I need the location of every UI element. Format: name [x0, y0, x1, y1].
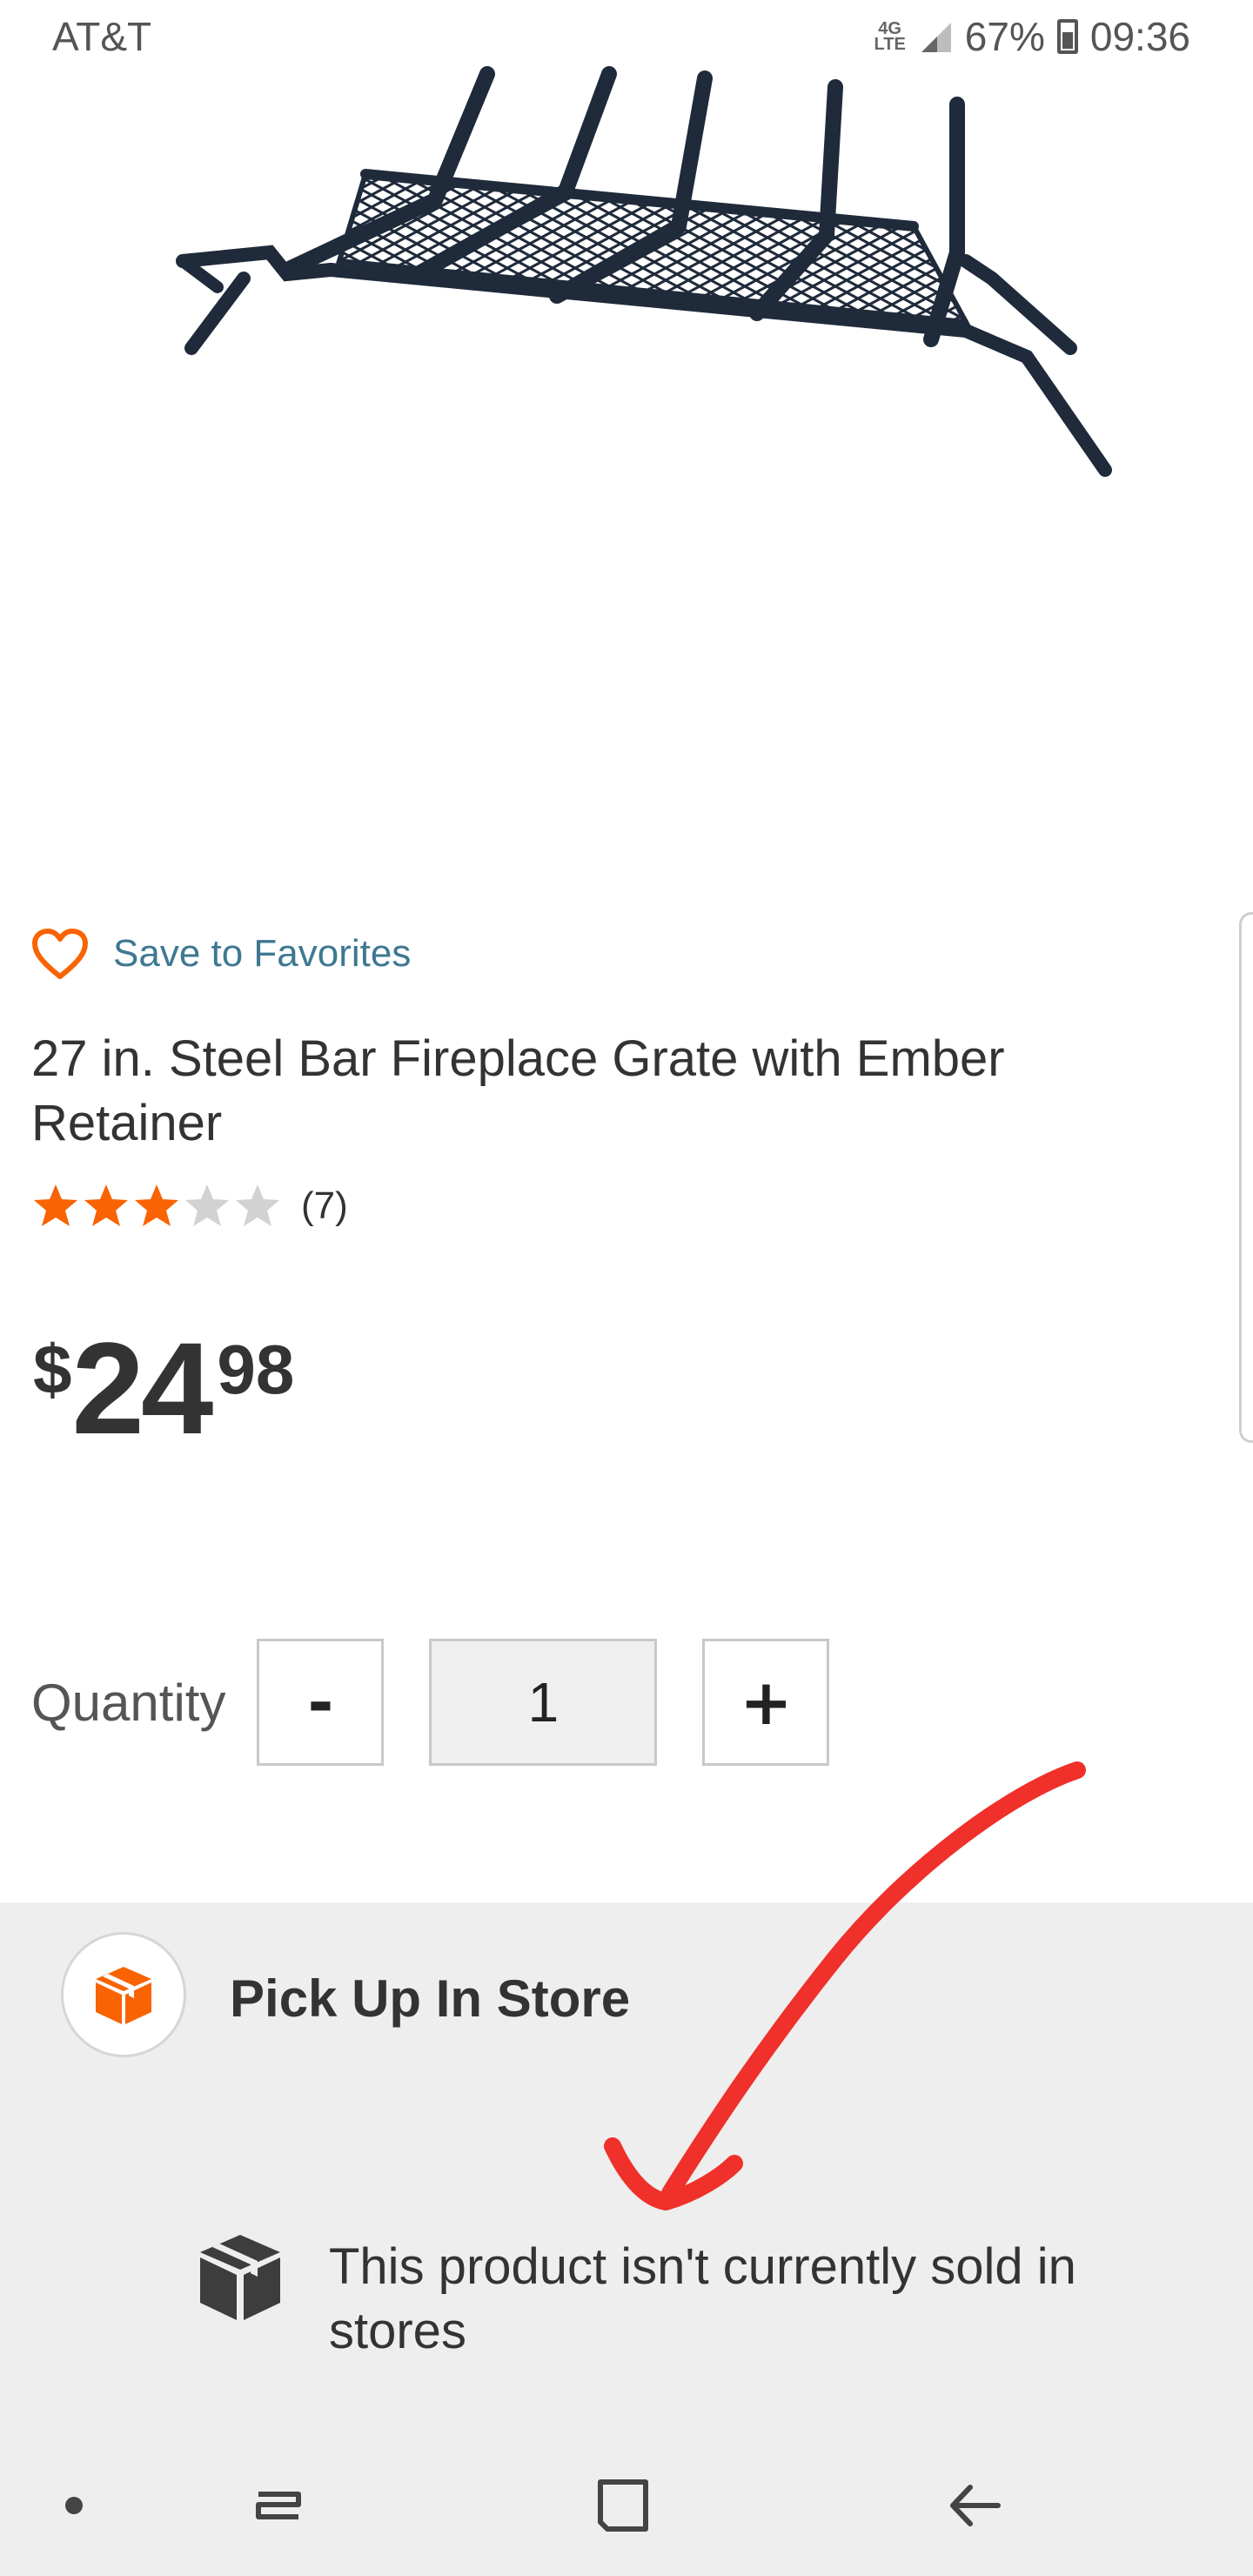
- dot-icon: [65, 2497, 83, 2514]
- battery-icon: [1056, 19, 1078, 54]
- star-filled-icon: [34, 1184, 77, 1226]
- rating-summary[interactable]: (7): [31, 1182, 348, 1231]
- store-pickup-icon: [61, 1932, 186, 2057]
- star-empty-icon: [185, 1184, 229, 1226]
- star-filled-icon: [135, 1184, 178, 1226]
- fireplace-grate-image[interactable]: [157, 61, 1149, 513]
- recent-apps-icon: [256, 2492, 301, 2519]
- product-title: 27 in. Steel Bar Fireplace Grate with Em…: [31, 1030, 1005, 1151]
- price-dollars: 24: [71, 1315, 214, 1461]
- product-price: $ 24 98: [33, 1323, 294, 1453]
- review-count: (7): [301, 1184, 348, 1227]
- nav-dot-button[interactable]: [35, 2435, 113, 2576]
- pickup-in-store-section: Pick Up In Store This product isn't curr…: [0, 1902, 1253, 2435]
- status-bar: AT&T 4G LTE 67% 09:36: [0, 0, 1253, 73]
- back-button[interactable]: [922, 2435, 1027, 2576]
- signal-icon: [921, 23, 951, 52]
- home-button[interactable]: [570, 2435, 674, 2576]
- quantity-stepper: Quantity - 1 +: [31, 1638, 830, 1767]
- clock: 09:36: [1089, 14, 1190, 59]
- increment-button[interactable]: +: [702, 1639, 830, 1766]
- recent-apps-button[interactable]: [226, 2435, 331, 2576]
- pickup-title: Pick Up In Store: [230, 1969, 631, 2028]
- star-rating: [31, 1182, 282, 1231]
- quantity-input[interactable]: 1: [429, 1639, 658, 1766]
- home-icon: [598, 2479, 648, 2532]
- price-cents: 98: [217, 1331, 295, 1408]
- star-empty-icon: [236, 1184, 279, 1226]
- quantity-label: Quantity: [31, 1673, 226, 1732]
- not-sold-message: This product isn't currently sold in sto…: [329, 2238, 1076, 2359]
- star-filled-icon: [84, 1184, 128, 1226]
- decrement-button[interactable]: -: [257, 1639, 385, 1766]
- store-pickup-icon-glyph: [96, 1967, 151, 2024]
- status-indicators: 4G LTE 67% 09:36: [874, 13, 1191, 60]
- price-currency: $: [33, 1331, 72, 1408]
- scroll-indicator: [1239, 912, 1253, 1443]
- system-nav-bar: [0, 2435, 1253, 2576]
- battery-percent: 67%: [964, 14, 1045, 59]
- favorites-label: Save to Favorites: [113, 932, 412, 975]
- package-box-icon: [200, 2235, 280, 2320]
- back-arrow-icon: [950, 2485, 1001, 2526]
- product-detail-screen: AT&T 4G LTE 67% 09:36 Save to Favorites …: [0, 0, 1253, 2576]
- save-to-favorites-link[interactable]: Save to Favorites: [31, 928, 411, 980]
- carrier-label: AT&T: [52, 14, 152, 59]
- heart-icon: [32, 929, 88, 979]
- network-type-icon: 4G LTE: [874, 19, 906, 54]
